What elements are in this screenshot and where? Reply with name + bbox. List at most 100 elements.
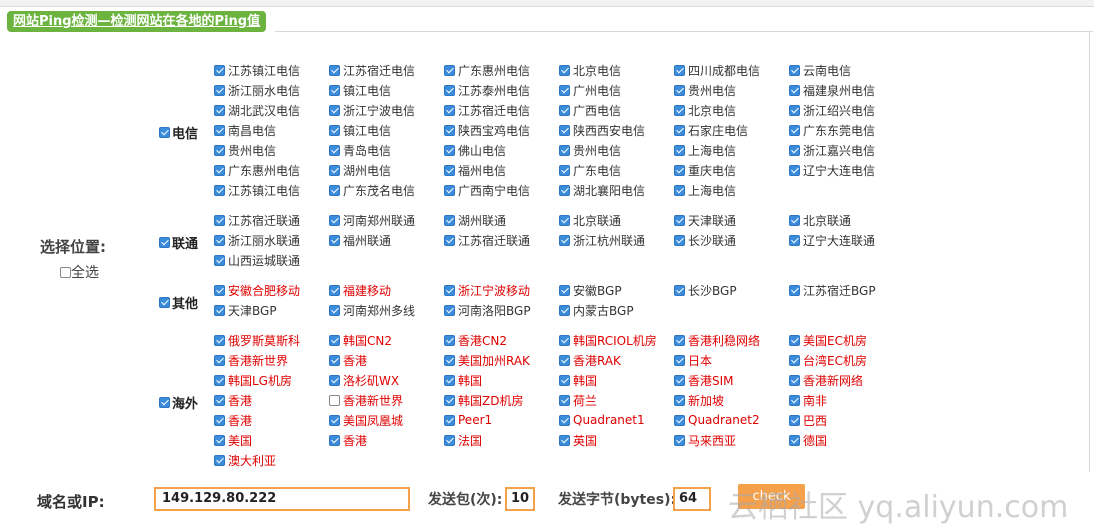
location-checkbox[interactable] <box>329 234 340 246</box>
location-checkbox[interactable] <box>329 334 340 346</box>
location-item[interactable]: Quadranet1 <box>559 411 645 429</box>
location-item[interactable]: 美国EC机房 <box>789 331 867 349</box>
location-label[interactable]: 香港 <box>343 352 367 369</box>
location-label[interactable]: 香港新网络 <box>803 372 863 389</box>
location-checkbox[interactable] <box>214 144 225 156</box>
location-label[interactable]: Quadranet2 <box>688 413 760 427</box>
location-checkbox[interactable] <box>444 214 455 226</box>
location-label[interactable]: 美国 <box>228 432 252 449</box>
location-checkbox[interactable] <box>789 434 800 446</box>
location-item[interactable]: 贵州电信 <box>559 141 621 159</box>
location-checkbox[interactable] <box>559 374 570 386</box>
location-checkbox[interactable] <box>444 284 455 296</box>
location-label[interactable]: 香港 <box>228 412 252 429</box>
location-item[interactable]: 四川成都电信 <box>674 61 760 79</box>
location-item[interactable]: 湖州联通 <box>444 211 506 229</box>
location-label[interactable]: 广西电信 <box>573 102 621 119</box>
location-label[interactable]: 法国 <box>458 432 482 449</box>
location-item[interactable]: 澳大利亚 <box>214 451 276 469</box>
location-item[interactable]: 江苏宿迁电信 <box>444 101 530 119</box>
location-item[interactable]: 江苏镇江电信 <box>214 181 300 199</box>
select-all-row[interactable]: 全选 <box>60 262 99 282</box>
location-label[interactable]: 新加坡 <box>688 392 724 409</box>
location-label[interactable]: 广东茂名电信 <box>343 182 415 199</box>
location-checkbox[interactable] <box>789 164 800 176</box>
location-item[interactable]: 上海电信 <box>674 141 736 159</box>
location-item[interactable]: 浙江丽水联通 <box>214 231 300 249</box>
location-item[interactable]: 广东东莞电信 <box>789 121 875 139</box>
location-label[interactable]: 安徽合肥移动 <box>228 282 300 299</box>
location-label[interactable]: 江苏宿迁联通 <box>458 232 530 249</box>
location-checkbox[interactable] <box>214 64 225 76</box>
location-item[interactable]: 香港新网络 <box>789 371 863 389</box>
location-label[interactable]: 英国 <box>573 432 597 449</box>
location-checkbox[interactable] <box>444 394 455 406</box>
location-label[interactable]: 北京电信 <box>573 62 621 79</box>
location-label[interactable]: 江苏泰州电信 <box>458 82 530 99</box>
location-checkbox[interactable] <box>789 334 800 346</box>
group-label-1[interactable]: 联通 <box>159 233 198 252</box>
group-label-0[interactable]: 电信 <box>159 123 198 142</box>
location-item[interactable]: 北京联通 <box>559 211 621 229</box>
location-label[interactable]: 上海电信 <box>688 142 736 159</box>
location-item[interactable]: 香港新世界 <box>214 351 288 369</box>
location-item[interactable]: 北京电信 <box>674 101 736 119</box>
location-item[interactable]: 陕西宝鸡电信 <box>444 121 530 139</box>
location-item[interactable]: 青岛电信 <box>329 141 391 159</box>
location-label[interactable]: 广东电信 <box>573 162 621 179</box>
location-label[interactable]: 湖北襄阳电信 <box>573 182 645 199</box>
location-checkbox[interactable] <box>789 394 800 406</box>
location-checkbox[interactable] <box>444 164 455 176</box>
location-checkbox[interactable] <box>674 354 685 366</box>
location-checkbox[interactable] <box>214 434 225 446</box>
location-checkbox[interactable] <box>214 234 225 246</box>
group-label-2[interactable]: 其他 <box>159 293 198 312</box>
location-label[interactable]: 江苏镇江电信 <box>228 62 300 79</box>
location-label[interactable]: 香港SIM <box>688 372 734 389</box>
location-item[interactable]: 南昌电信 <box>214 121 276 139</box>
location-item[interactable]: 江苏宿迁联通 <box>444 231 530 249</box>
location-label[interactable]: 陕西宝鸡电信 <box>458 122 530 139</box>
location-label[interactable]: 内蒙古BGP <box>573 302 634 319</box>
location-checkbox[interactable] <box>674 64 685 76</box>
location-item[interactable]: 佛山电信 <box>444 141 506 159</box>
location-label[interactable]: 长沙联通 <box>688 232 736 249</box>
location-item[interactable]: 韩国CN2 <box>329 331 392 349</box>
location-label[interactable]: 香港利稳网络 <box>688 332 760 349</box>
group-name[interactable]: 其他 <box>172 293 198 312</box>
location-item[interactable]: 日本 <box>674 351 712 369</box>
location-label[interactable]: 广东惠州电信 <box>228 162 300 179</box>
location-checkbox[interactable] <box>789 234 800 246</box>
location-item[interactable]: 广西南宁电信 <box>444 181 530 199</box>
location-item[interactable]: 安徽BGP <box>559 281 622 299</box>
location-item[interactable]: 浙江丽水电信 <box>214 81 300 99</box>
location-item[interactable]: 浙江嘉兴电信 <box>789 141 875 159</box>
location-label[interactable]: Peer1 <box>458 413 492 427</box>
location-checkbox[interactable] <box>559 304 570 316</box>
location-item[interactable]: Peer1 <box>444 411 492 429</box>
location-label[interactable]: 河南洛阳BGP <box>458 302 531 319</box>
location-checkbox[interactable] <box>214 164 225 176</box>
group-checkbox[interactable] <box>159 397 170 408</box>
location-label[interactable]: 江苏镇江电信 <box>228 182 300 199</box>
location-label[interactable]: 江苏宿迁电信 <box>458 102 530 119</box>
location-label[interactable]: 云南电信 <box>803 62 851 79</box>
location-checkbox[interactable] <box>559 84 570 96</box>
location-item[interactable]: 辽宁大连电信 <box>789 161 875 179</box>
location-item[interactable]: 江苏宿迁电信 <box>329 61 415 79</box>
location-item[interactable]: 洛杉矶WX <box>329 371 399 389</box>
location-checkbox[interactable] <box>444 84 455 96</box>
location-checkbox[interactable] <box>214 84 225 96</box>
location-item[interactable]: 广东茂名电信 <box>329 181 415 199</box>
location-checkbox[interactable] <box>329 184 340 196</box>
location-item[interactable]: 香港 <box>329 351 367 369</box>
location-item[interactable]: 内蒙古BGP <box>559 301 634 319</box>
group-name[interactable]: 联通 <box>172 233 198 252</box>
location-checkbox[interactable] <box>214 394 225 406</box>
location-checkbox[interactable] <box>559 124 570 136</box>
location-item[interactable]: 荷兰 <box>559 391 597 409</box>
location-item[interactable]: 香港新世界 <box>329 391 403 409</box>
location-checkbox[interactable] <box>789 84 800 96</box>
location-item[interactable]: 韩国LG机房 <box>214 371 292 389</box>
location-item[interactable]: 香港RAK <box>559 351 621 369</box>
